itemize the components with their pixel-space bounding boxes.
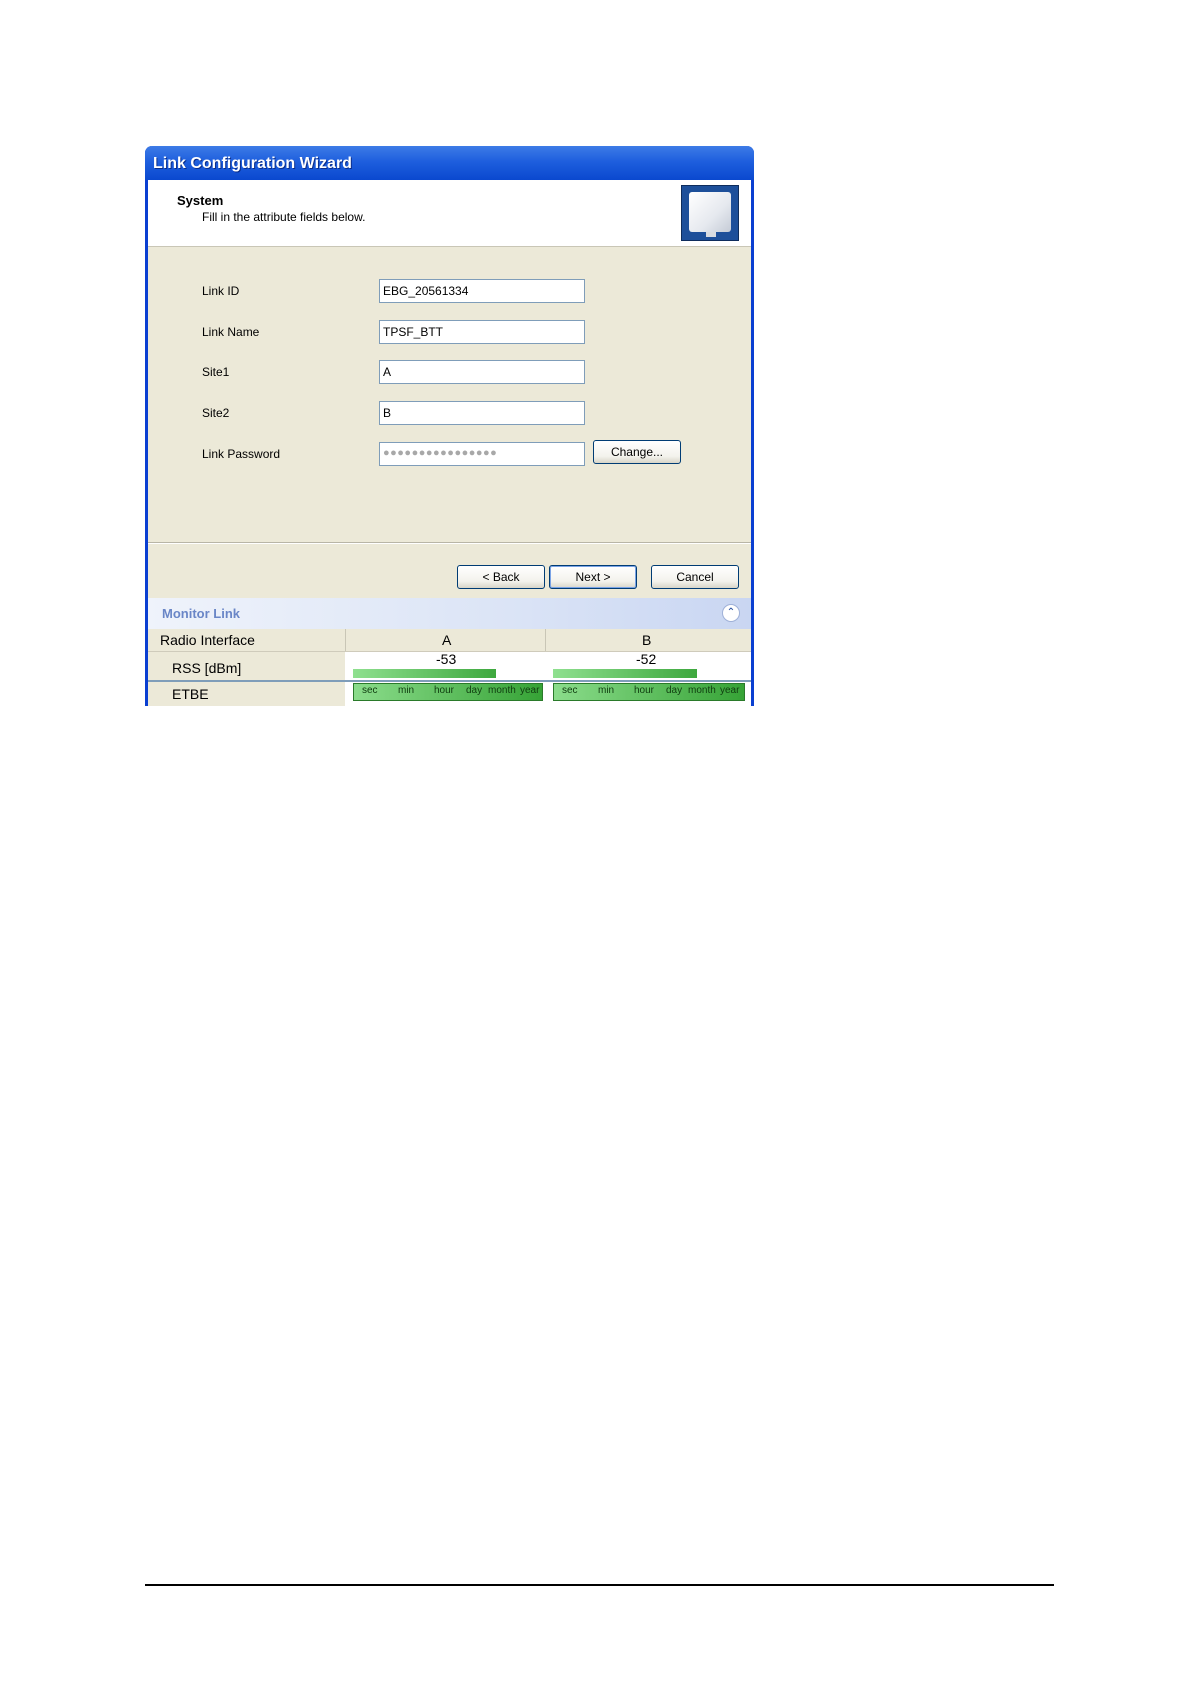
page-footer-rule: [145, 1584, 1054, 1586]
etbe-b-min: min: [598, 685, 615, 696]
column-b-header: B: [642, 632, 652, 648]
etbe-b-month: month: [688, 685, 716, 696]
radio-interface-header: Radio Interface: [160, 632, 255, 648]
link-name-label: Link Name: [202, 325, 260, 339]
etbe-b-day: day: [666, 685, 683, 696]
etbe-a-month: month: [488, 685, 516, 696]
etbe-a-bar: sec min hour day month year: [353, 683, 543, 701]
collapse-chevron-icon[interactable]: ⌃: [722, 604, 740, 622]
cancel-button[interactable]: Cancel: [651, 565, 739, 589]
monitor-grid: Radio Interface A B RSS [dBm] -53 -52 ET…: [148, 629, 751, 706]
etbe-a-min: min: [398, 685, 415, 696]
link-password-label: Link Password: [202, 447, 281, 461]
wizard-header: System Fill in the attribute fields belo…: [148, 180, 751, 247]
rss-b-value: -52: [636, 651, 657, 667]
next-button[interactable]: Next >: [549, 565, 637, 589]
site1-label: Site1: [202, 365, 230, 379]
rss-a-value: -53: [436, 651, 457, 667]
link-id-input[interactable]: EBG_20561334: [379, 279, 585, 303]
link-id-label: Link ID: [202, 284, 240, 298]
site1-input[interactable]: A: [379, 360, 585, 384]
etbe-a-day: day: [466, 685, 483, 696]
monitor-link-bar[interactable]: Monitor Link ⌃: [148, 598, 751, 629]
back-button[interactable]: < Back: [457, 565, 545, 589]
title-bar[interactable]: Link Configuration Wizard: [145, 146, 754, 180]
etbe-a-sec: sec: [362, 685, 378, 696]
radio-unit-icon: [681, 185, 739, 241]
wizard-window: Link Configuration Wizard System Fill in…: [145, 146, 754, 706]
step-subtitle: Fill in the attribute fields below.: [202, 210, 366, 224]
link-name-input[interactable]: TPSF_BTT: [379, 320, 585, 344]
etbe-label: ETBE: [172, 686, 209, 702]
etbe-b-year: year: [720, 685, 740, 696]
etbe-b-hour: hour: [634, 685, 655, 696]
etbe-b-bar: sec min hour day month year: [553, 683, 745, 701]
monitor-link-title: Monitor Link: [162, 606, 240, 621]
column-a-header: A: [442, 632, 452, 648]
site2-input[interactable]: B: [379, 401, 585, 425]
etbe-b-sec: sec: [562, 685, 578, 696]
etbe-a-year: year: [520, 685, 540, 696]
rss-b-bar: [553, 669, 697, 678]
site2-label: Site2: [202, 406, 230, 420]
rss-a-bar: [353, 669, 496, 678]
step-title: System: [177, 193, 224, 208]
rss-label: RSS [dBm]: [172, 660, 242, 676]
link-password-input[interactable]: ●●●●●●●●●●●●●●●●: [379, 442, 585, 466]
button-separator: [148, 542, 751, 544]
etbe-a-hour: hour: [434, 685, 455, 696]
window-title: Link Configuration Wizard: [153, 155, 352, 172]
change-password-button[interactable]: Change...: [593, 440, 681, 464]
